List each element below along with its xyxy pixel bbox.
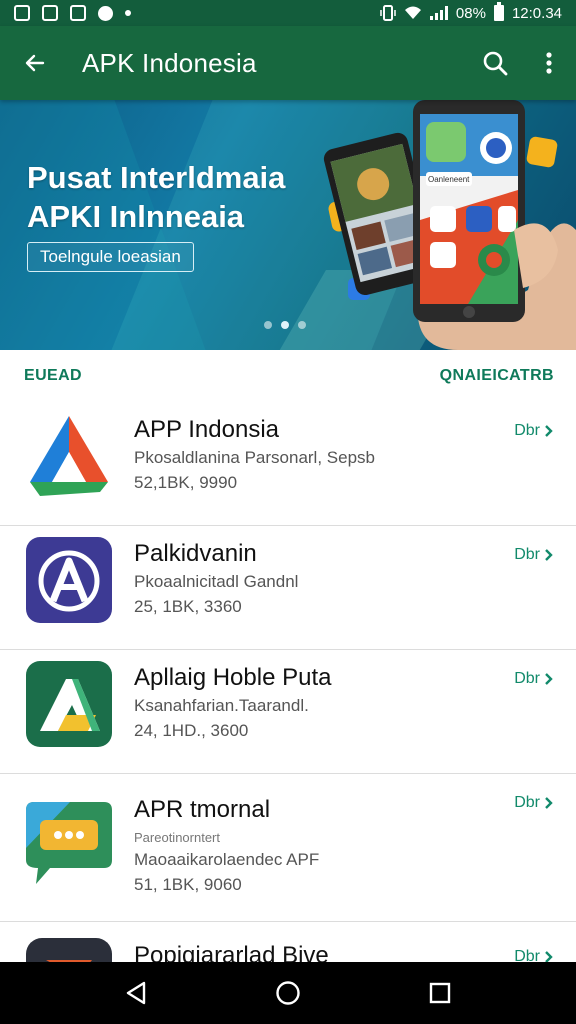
- carousel-indicator[interactable]: [264, 321, 306, 329]
- search-button[interactable]: [468, 26, 522, 100]
- banner-title-line1: Pusat Interldmaia: [27, 160, 286, 195]
- app-meta: 51, 1BK, 9060: [134, 875, 242, 894]
- app-description: Maoaaikarolaendec APF: [134, 850, 320, 869]
- nav-recents-button[interactable]: [410, 962, 470, 1024]
- section-header: EUEAD QNAIEICATRB: [0, 350, 576, 402]
- open-app-label: Dbr: [514, 422, 540, 439]
- more-vert-icon: [546, 52, 552, 74]
- chat-notification-icon: [98, 5, 113, 21]
- carousel-dot[interactable]: [264, 321, 272, 329]
- app-logo-icon: [26, 537, 112, 623]
- more-options-button[interactable]: [522, 26, 576, 100]
- chevron-right-icon: [545, 425, 553, 437]
- carousel-dot-active[interactable]: [281, 321, 289, 329]
- section-title: EUEAD: [24, 367, 83, 384]
- banner-title-line2: APKI Inlnneaia: [27, 199, 245, 234]
- section-action-link[interactable]: QNAIEICATRB: [440, 367, 554, 385]
- battery-icon: [493, 2, 504, 21]
- system-navigation-bar: [0, 962, 576, 1024]
- chevron-right-icon: [545, 549, 553, 561]
- signal-icon: [429, 6, 448, 20]
- image-notification-icon: [42, 5, 58, 21]
- open-app-label: Dbr: [514, 794, 540, 811]
- app-description: Ksanahfarian.Taarandl.: [134, 696, 309, 715]
- arrow-back-icon: [25, 54, 45, 72]
- app-meta: 24, 1HD., 3600: [134, 721, 249, 740]
- promo-banner[interactable]: Pusat Interldmaia APKI Inlnneaia Toelngu…: [0, 100, 576, 350]
- chevron-right-icon: [545, 797, 553, 809]
- status-bar: 08% 12:0.34: [0, 0, 576, 26]
- open-app-label: Dbr: [514, 670, 540, 687]
- triangle-back-icon: [126, 981, 146, 1005]
- open-app-button[interactable]: Dbr: [514, 670, 554, 688]
- open-app-button[interactable]: Dbr: [514, 546, 554, 564]
- phone-chip-label: Oanleneent: [428, 175, 470, 184]
- page-title: APK Indonesia: [82, 47, 257, 78]
- video-notification-icon: [70, 5, 86, 21]
- large-phone-icon: Oanleneent: [413, 100, 525, 322]
- banner-title: Pusat Interldmaia APKI Inlnneaia: [27, 158, 285, 236]
- list-item[interactable]: Palkidvanin Pkoaalnicitadl Gandnl 25, 1B…: [0, 526, 576, 650]
- app-meta: 25, 1BK, 3360: [134, 597, 242, 616]
- list-item[interactable]: APP Indonsia Pkosaldlanina Parsonarl, Se…: [0, 402, 576, 526]
- app-name: APR tmornal: [134, 796, 271, 823]
- carousel-dot[interactable]: [298, 321, 306, 329]
- circle-home-icon: [276, 981, 300, 1005]
- phones-illustration: t Oanleneent: [323, 100, 576, 350]
- app-logo-icon: [30, 416, 108, 496]
- gallery-notification-icon: [14, 5, 30, 21]
- open-app-button[interactable]: Dbr: [514, 422, 554, 440]
- app-name: Apllaig Hoble Puta: [134, 664, 332, 691]
- back-button[interactable]: [0, 26, 70, 100]
- clock: 12:0.34: [511, 4, 562, 22]
- square-recents-icon: [429, 982, 451, 1004]
- app-logo-icon: [26, 802, 112, 884]
- notification-icons: [14, 5, 131, 21]
- nav-home-button[interactable]: [258, 962, 318, 1024]
- app-list: APP Indonsia Pkosaldlanina Parsonarl, Se…: [0, 402, 576, 1024]
- open-app-label: Dbr: [514, 546, 540, 563]
- app-bar: APK Indonesia: [0, 26, 576, 100]
- app-subtitle: Pareotinorntert: [134, 830, 220, 845]
- banner-button[interactable]: Toelngule loeasian: [27, 242, 194, 272]
- wifi-icon: [404, 6, 421, 19]
- list-item[interactable]: Apllaig Hoble Puta Ksanahfarian.Taarandl…: [0, 650, 576, 774]
- vibrate-icon: [380, 5, 396, 21]
- battery-percent: 08%: [455, 4, 486, 22]
- nav-back-button[interactable]: [106, 962, 166, 1024]
- list-item[interactable]: APR tmornal Pareotinorntert Maoaaikarola…: [0, 774, 576, 922]
- app-description: Pkosaldlanina Parsonarl, Sepsb: [134, 448, 375, 467]
- app-description: Pkoaalnicitadl Gandnl: [134, 572, 299, 591]
- app-logo-icon: [26, 661, 112, 747]
- chevron-right-icon: [545, 673, 553, 685]
- app-name: APP Indonsia: [134, 416, 279, 443]
- app-name: Palkidvanin: [134, 540, 257, 567]
- search-icon: [483, 51, 508, 76]
- more-notifications-icon: [125, 10, 131, 16]
- open-app-button[interactable]: Dbr: [514, 794, 554, 812]
- app-meta: 52,1BK, 9990: [134, 473, 238, 492]
